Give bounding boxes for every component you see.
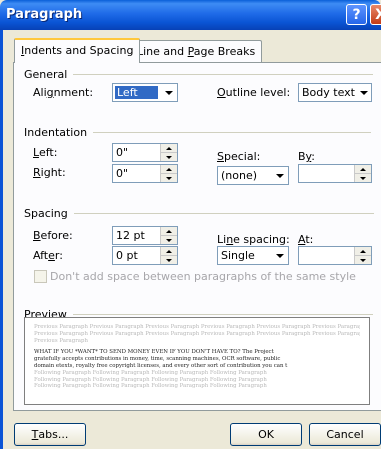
chevron-down-icon[interactable] bbox=[160, 84, 177, 101]
left-indent-value: 0" bbox=[116, 146, 129, 159]
help-icon: ? bbox=[352, 6, 361, 23]
tabs-button[interactable]: Tabs... bbox=[14, 423, 86, 446]
before-label: Before: bbox=[33, 229, 73, 242]
spinner-arrows-icon[interactable] bbox=[160, 144, 177, 161]
spinner-arrows-icon[interactable] bbox=[160, 165, 177, 182]
close-icon: X bbox=[375, 6, 381, 23]
section-header: Indentation bbox=[24, 126, 88, 139]
preview-page: Previous Paragraph Previous Paragraph Pr… bbox=[34, 324, 360, 401]
preview-body-line: gratefully accepts contributions in mone… bbox=[34, 356, 281, 363]
preview-following-line: Following Paragraph Following Paragraph … bbox=[34, 369, 267, 376]
by-spinner[interactable] bbox=[298, 164, 372, 183]
tab-label: Line and bbox=[137, 45, 188, 58]
after-spinner[interactable]: 0 pt bbox=[112, 246, 178, 265]
right-indent-value: 0" bbox=[116, 167, 129, 180]
before-spinner[interactable]: 12 pt bbox=[112, 226, 178, 245]
right-indent-label: Right: bbox=[33, 166, 66, 179]
after-label: After: bbox=[33, 249, 63, 262]
left-indent-label: Left: bbox=[33, 146, 58, 159]
tab-label: ndents and Spacing bbox=[24, 44, 134, 57]
tab-line-and-page-breaks[interactable]: Line and Page Breaks bbox=[130, 40, 263, 62]
divider bbox=[72, 314, 373, 315]
help-button[interactable]: ? bbox=[346, 4, 367, 25]
divider bbox=[73, 213, 374, 214]
line-spacing-value: Single bbox=[221, 249, 255, 262]
button-accel: T bbox=[31, 428, 39, 441]
preview-following-line: Following Paragraph Following Paragraph … bbox=[34, 376, 267, 383]
preview-body-line: domain etexts, royalty free copyright li… bbox=[34, 362, 288, 369]
after-value: 0 pt bbox=[116, 249, 138, 262]
outline-level-label: Outline level: bbox=[217, 86, 291, 99]
at-label: At: bbox=[298, 233, 314, 246]
before-value: 12 pt bbox=[116, 229, 145, 242]
spinner-arrows-icon[interactable] bbox=[354, 165, 371, 182]
special-value: (none) bbox=[221, 169, 258, 182]
outline-level-value: Body text bbox=[302, 86, 355, 99]
tab-label: age Breaks bbox=[193, 45, 256, 58]
special-label: Special: bbox=[217, 150, 261, 163]
line-spacing-select[interactable]: Single bbox=[217, 246, 289, 265]
by-value bbox=[299, 165, 354, 182]
by-label: By: bbox=[298, 150, 315, 163]
chevron-down-icon[interactable] bbox=[271, 167, 288, 184]
no-space-same-style-label: Don't add space between paragraphs of th… bbox=[50, 270, 356, 283]
spinner-arrows-icon[interactable] bbox=[160, 227, 177, 244]
tab-indents-and-spacing[interactable]: Indents and Spacing bbox=[14, 38, 141, 63]
preview-previous-line: Previous Paragraph Previous Paragraph Pr… bbox=[34, 324, 360, 330]
no-space-same-style-checkbox[interactable] bbox=[34, 270, 47, 283]
divider bbox=[73, 74, 374, 75]
section-general: General bbox=[24, 68, 374, 81]
section-spacing: Spacing bbox=[24, 207, 374, 220]
chevron-down-icon[interactable] bbox=[358, 84, 371, 101]
at-value bbox=[299, 247, 354, 264]
button-label: abs... bbox=[38, 428, 69, 441]
spinner-arrows-icon[interactable] bbox=[160, 247, 177, 264]
line-spacing-label: Line spacing: bbox=[217, 233, 290, 246]
ok-button[interactable]: OK bbox=[230, 423, 302, 446]
special-select[interactable]: (none) bbox=[217, 166, 289, 185]
preview-previous-line: Previous Paragraph Previous Paragraph Pr… bbox=[34, 330, 360, 337]
section-header: Spacing bbox=[24, 207, 68, 220]
alignment-label: Alignment: bbox=[33, 86, 94, 99]
alignment-select[interactable]: Left bbox=[112, 83, 178, 102]
divider bbox=[93, 132, 372, 133]
outline-level-select[interactable]: Body text bbox=[298, 83, 372, 102]
preview-following-line: Following Paragraph Following Paragraph … bbox=[34, 383, 267, 390]
button-label: Cancel bbox=[326, 428, 364, 441]
button-label: OK bbox=[258, 428, 274, 441]
chevron-down-icon[interactable] bbox=[271, 247, 288, 264]
spinner-arrows-icon[interactable] bbox=[354, 247, 371, 264]
section-indentation: Indentation bbox=[24, 126, 372, 139]
cancel-button[interactable]: Cancel bbox=[309, 423, 381, 446]
at-spinner[interactable] bbox=[298, 246, 372, 265]
close-button[interactable]: X bbox=[370, 4, 381, 25]
left-indent-spinner[interactable]: 0" bbox=[112, 143, 178, 162]
dialog-title: Paragraph bbox=[6, 7, 83, 22]
alignment-value: Left bbox=[115, 86, 158, 99]
right-indent-spinner[interactable]: 0" bbox=[112, 164, 178, 183]
preview-previous-line: Previous Paragraph bbox=[34, 337, 88, 344]
preview-body-line: WHAT IF YOU *WANT* TO SEND MONEY EVEN IF… bbox=[34, 349, 274, 356]
section-header: General bbox=[24, 68, 68, 81]
